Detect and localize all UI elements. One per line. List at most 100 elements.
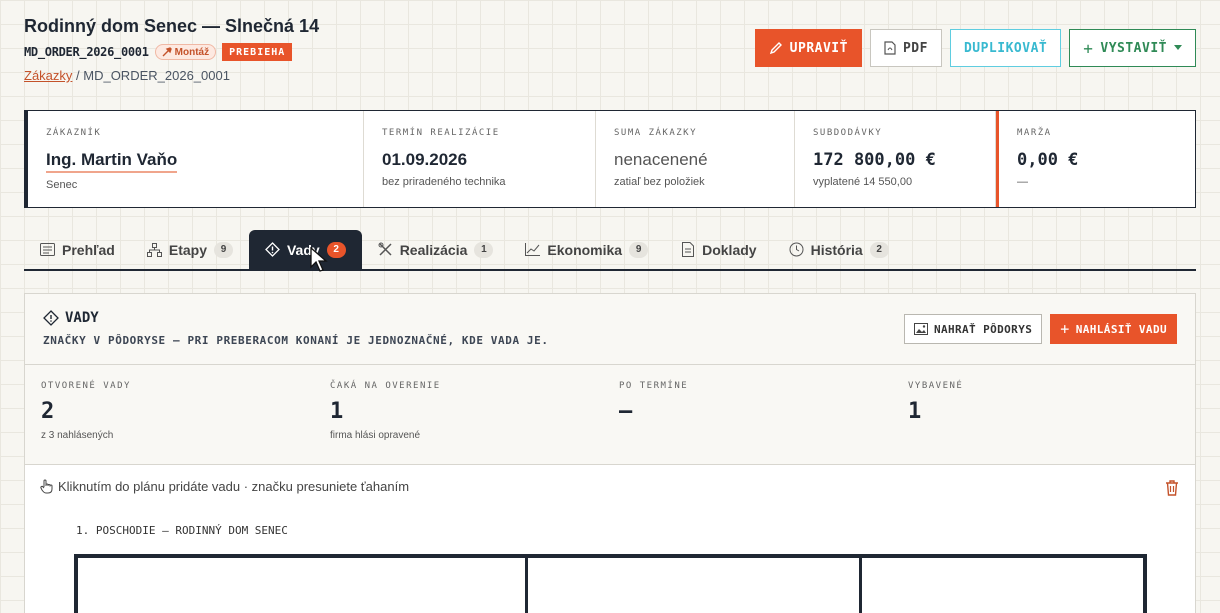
type-tag: Montáž xyxy=(154,44,217,60)
caret-down-icon xyxy=(1174,45,1182,50)
tab-documents[interactable]: Doklady xyxy=(664,230,772,269)
warning-diamond-icon xyxy=(43,310,59,326)
stat-customer-sub: Senec xyxy=(46,179,78,191)
stat-sum-label: SUMA ZÁKAZKY xyxy=(614,128,698,138)
stat-sum-value: nenacenené xyxy=(614,150,708,169)
trash-icon[interactable] xyxy=(1165,480,1179,496)
image-icon xyxy=(913,323,928,335)
kpi-open-value: 2 xyxy=(41,399,55,424)
tab-realization-label: Realizácia xyxy=(399,241,468,258)
stat-subcontracts-value: 172 800,00 € xyxy=(813,150,936,170)
kpi-verification-label: ČAKÁ NA OVERENIE xyxy=(330,381,441,391)
page-title: Rodinný dom Senec — Slnečná 14 xyxy=(24,16,320,36)
floorplan-hint-text: Kliknutím do plánu pridáte vadu · značku… xyxy=(58,479,410,494)
tab-economics-label: Ekonomika xyxy=(547,241,623,258)
defects-subtitle: ZNAČKY V PÔDORYSE — PRI PREBERACOM KONAN… xyxy=(43,334,549,347)
report-defect-button[interactable]: + NAHLÁSIŤ VADU xyxy=(1050,314,1177,344)
kpi-resolved-value: 1 xyxy=(908,399,922,424)
hammer-icon xyxy=(162,47,172,57)
file-icon xyxy=(680,242,695,257)
clock-icon xyxy=(789,242,804,257)
breadcrumb: Zákazky / MD_ORDER_2026_0001 xyxy=(24,68,230,83)
upload-floorplan-button[interactable]: NAHRAŤ PÔDORYS xyxy=(903,314,1043,344)
kpi-verification-value: 1 xyxy=(330,399,344,424)
list-icon xyxy=(40,242,55,257)
edit-button[interactable]: UPRAVIŤ xyxy=(754,29,862,67)
breadcrumb-link-orders[interactable]: Zákazky xyxy=(24,68,72,83)
floorplan-drawing[interactable] xyxy=(74,554,1147,613)
edit-button-label: UPRAVIŤ xyxy=(789,40,848,56)
defects-title: VADY xyxy=(43,310,99,326)
tab-overview-label: Prehľad xyxy=(62,241,115,258)
pencil-icon xyxy=(769,42,782,55)
floorplan-label: 1. POSCHODIE — RODINNÝ DOM SENEC xyxy=(76,524,288,537)
kpi-resolved-label: VYBAVENÉ xyxy=(908,381,964,391)
plus-icon: + xyxy=(1083,38,1094,58)
floorplan-wall xyxy=(525,558,528,613)
stat-term-sub: bez priradeného technika xyxy=(382,176,506,188)
kpi-overdue-value: — xyxy=(619,399,633,424)
kpi-open: OTVORENÉ VADY 2 z 3 nahlásených xyxy=(25,365,314,464)
tab-defects-label: Vady xyxy=(286,241,320,258)
status-badge: PREBIEHA xyxy=(222,43,293,61)
stat-margin: MARŽA 0,00 € — xyxy=(996,111,1195,207)
stat-margin-value: 0,00 € xyxy=(1017,150,1079,170)
tab-stages[interactable]: Etapy 9 xyxy=(131,230,249,269)
hierarchy-icon xyxy=(146,242,162,257)
issue-button-label: VYSTAVIŤ xyxy=(1100,40,1167,56)
stat-margin-label: MARŽA xyxy=(1017,128,1052,138)
order-meta: MD_ORDER_2026_0001 Montáž PREBIEHA xyxy=(24,43,293,61)
kpi-overdue-label: PO TERMÍNE xyxy=(619,381,689,391)
floorplan-area[interactable]: Kliknutím do plánu pridáte vadu · značku… xyxy=(25,465,1195,613)
pdf-button-label: PDF xyxy=(902,40,928,56)
hand-pointer-icon xyxy=(40,479,53,494)
duplicate-button[interactable]: DUPLIKOVAŤ xyxy=(949,29,1062,67)
warning-diamond-icon xyxy=(265,242,280,257)
tab-defects-count: 2 xyxy=(326,241,346,258)
breadcrumb-current: MD_ORDER_2026_0001 xyxy=(83,68,230,83)
tab-defects[interactable]: Vady 2 xyxy=(248,230,362,269)
tab-economics-count: 9 xyxy=(629,241,649,258)
defects-kpis: OTVORENÉ VADY 2 z 3 nahlásených ČAKÁ NA … xyxy=(25,365,1195,465)
defects-title-text: VADY xyxy=(65,310,99,326)
tab-bar: Prehľad Etapy 9 Vady 2 Realizácia 1 Ekon… xyxy=(24,230,1196,271)
kpi-open-label: OTVORENÉ VADY xyxy=(41,381,131,391)
issue-dropdown-button[interactable]: + VYSTAVIŤ xyxy=(1069,29,1196,67)
tools-icon xyxy=(378,242,393,257)
stat-customer: ZÁKAZNÍK Ing. Martin Vaňo Senec xyxy=(28,111,364,207)
stat-term-value: 01.09.2026 xyxy=(382,150,468,169)
tab-realization-count: 1 xyxy=(474,241,494,258)
defects-actions: NAHRAŤ PÔDORYS + NAHLÁSIŤ VADU xyxy=(903,314,1177,344)
kpi-resolved: VYBAVENÉ 1 xyxy=(892,365,1181,464)
tab-stages-label: Etapy xyxy=(168,241,207,258)
order-summary-card: ZÁKAZNÍK Ing. Martin Vaňo Senec TERMÍN R… xyxy=(24,110,1196,208)
tab-realization[interactable]: Realizácia 1 xyxy=(362,230,510,269)
tab-history[interactable]: História 2 xyxy=(773,230,905,269)
upload-floorplan-label: NAHRAŤ PÔDORYS xyxy=(933,322,1033,336)
defects-panel: VADY ZNAČKY V PÔDORYSE — PRI PREBERACOM … xyxy=(24,293,1196,613)
stat-subcontracts-label: SUBDODÁVKY xyxy=(813,128,883,138)
defects-panel-header: VADY ZNAČKY V PÔDORYSE — PRI PREBERACOM … xyxy=(25,294,1195,365)
header-actions: UPRAVIŤ PDF DUPLIKOVAŤ + VYSTAVIŤ xyxy=(754,29,1196,67)
tab-history-count: 2 xyxy=(869,241,889,258)
stat-subcontracts: SUBDODÁVKY 172 800,00 € vyplatené 14 550… xyxy=(795,111,996,207)
stat-term-label: TERMÍN REALIZÁCIE xyxy=(382,128,500,138)
kpi-overdue: PO TERMÍNE — xyxy=(603,365,892,464)
kpi-open-sub: z 3 nahlásených xyxy=(41,430,114,441)
duplicate-button-label: DUPLIKOVAŤ xyxy=(963,40,1048,56)
order-code: MD_ORDER_2026_0001 xyxy=(24,45,149,59)
trend-chart-icon xyxy=(525,242,541,257)
tab-documents-label: Doklady xyxy=(702,241,757,258)
customer-name-link[interactable]: Ing. Martin Vaňo xyxy=(46,150,178,173)
tab-history-label: História xyxy=(810,241,863,258)
floorplan-wall xyxy=(859,558,862,613)
tab-overview[interactable]: Prehľad xyxy=(24,230,131,269)
stat-customer-label: ZÁKAZNÍK xyxy=(46,128,102,138)
kpi-verification: ČAKÁ NA OVERENIE 1 firma hlási opravené xyxy=(314,365,603,464)
pdf-button[interactable]: PDF xyxy=(869,29,942,67)
stat-subcontracts-sub: vyplatené 14 550,00 xyxy=(813,176,913,188)
stat-sum: SUMA ZÁKAZKY nenacenené zatiaľ bez polož… xyxy=(596,111,795,207)
tab-economics[interactable]: Ekonomika 9 xyxy=(509,230,664,269)
stat-margin-sub: — xyxy=(1017,176,1028,188)
report-defect-label: NAHLÁSIŤ VADU xyxy=(1075,322,1167,336)
